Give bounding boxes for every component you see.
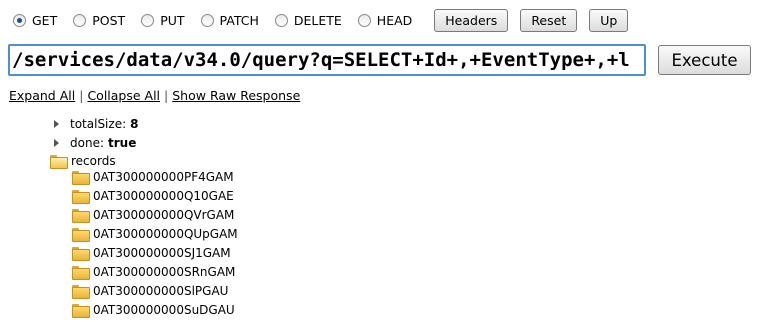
folder-icon (72, 285, 90, 299)
record-item[interactable]: 0AT300000000PF4GAM (72, 168, 234, 186)
radio-patch[interactable] (200, 13, 214, 27)
record-id: 0AT300000000SlPGAU (93, 284, 229, 298)
method-post[interactable]: POST (73, 13, 125, 28)
record-id: 0AT300000000SuDGAU (93, 303, 235, 317)
tree-node-done: done: true (52, 134, 136, 152)
link-separator: | (164, 88, 169, 103)
folder-icon (72, 304, 90, 318)
record-item[interactable]: 0AT300000000SRnGAM (72, 263, 235, 281)
record-item[interactable]: 0AT300000000Q10GAE (72, 187, 234, 205)
radio-delete[interactable] (274, 13, 288, 27)
show-raw-response-link[interactable]: Show Raw Response (172, 88, 300, 103)
record-item[interactable]: 0AT300000000SlPGAU (72, 282, 228, 300)
record-id: 0AT300000000SRnGAM (93, 265, 236, 279)
record-id: 0AT300000000Q10GAE (93, 189, 234, 203)
totalsize-value: 8 (130, 117, 139, 131)
method-selector: GET POST PUT PATCH DELETE HEAD Headers R… (13, 8, 640, 32)
done-value: true (108, 136, 137, 150)
folder-icon (72, 171, 90, 185)
tree-node-totalsize: totalSize: 8 (52, 115, 138, 133)
method-post-label: POST (92, 12, 126, 28)
response-links: Expand All | Collapse All | Show Raw Res… (9, 88, 300, 103)
record-id: 0AT300000000PF4GAM (93, 170, 234, 184)
done-key: done: (70, 136, 104, 150)
leaf-bullet-icon (52, 118, 62, 130)
records-label: records (71, 154, 116, 168)
folder-icon (72, 209, 90, 223)
folder-icon (72, 190, 90, 204)
method-put-label: PUT (160, 12, 185, 28)
method-head[interactable]: HEAD (357, 12, 413, 28)
radio-post[interactable] (73, 13, 87, 27)
record-item[interactable]: 0AT300000000QVrGAM (72, 206, 234, 224)
record-id: 0AT300000000QUpGAM (93, 227, 238, 241)
radio-get[interactable] (13, 13, 26, 27)
folder-icon (72, 228, 90, 242)
totalsize-key: totalSize: (70, 117, 127, 131)
method-get[interactable]: GET (13, 13, 57, 28)
method-patch[interactable]: PATCH (200, 12, 259, 28)
method-get-label: GET (32, 12, 58, 28)
leaf-bullet-icon (52, 137, 62, 149)
record-item[interactable]: 0AT300000000SJ1GAM (72, 244, 231, 262)
radio-put[interactable] (141, 13, 155, 27)
record-item[interactable]: 0AT300000000SuDGAU (72, 301, 235, 319)
link-separator: | (79, 88, 84, 103)
record-id: 0AT300000000SJ1GAM (93, 246, 231, 260)
reset-button[interactable]: Reset (520, 8, 578, 32)
method-put[interactable]: PUT (141, 12, 185, 28)
folder-icon (72, 266, 90, 280)
execute-button[interactable]: Execute (658, 45, 751, 75)
query-input[interactable]: /services/data/v34.0/query?q=SELECT+Id+,… (8, 44, 646, 76)
method-delete[interactable]: DELETE (274, 12, 342, 28)
method-head-label: HEAD (376, 12, 413, 28)
up-button[interactable]: Up (589, 8, 629, 32)
open-folder-icon (50, 155, 68, 169)
folder-icon (72, 247, 90, 261)
method-patch-label: PATCH (219, 12, 259, 28)
method-delete-label: DELETE (293, 12, 342, 28)
record-id: 0AT300000000QVrGAM (93, 208, 235, 222)
headers-button[interactable]: Headers (434, 8, 509, 32)
rest-explorer: GET POST PUT PATCH DELETE HEAD Headers R… (0, 0, 757, 333)
expand-all-link[interactable]: Expand All (9, 88, 75, 103)
collapse-all-link[interactable]: Collapse All (87, 88, 160, 103)
record-item[interactable]: 0AT300000000QUpGAM (72, 225, 238, 243)
radio-head[interactable] (357, 13, 371, 27)
